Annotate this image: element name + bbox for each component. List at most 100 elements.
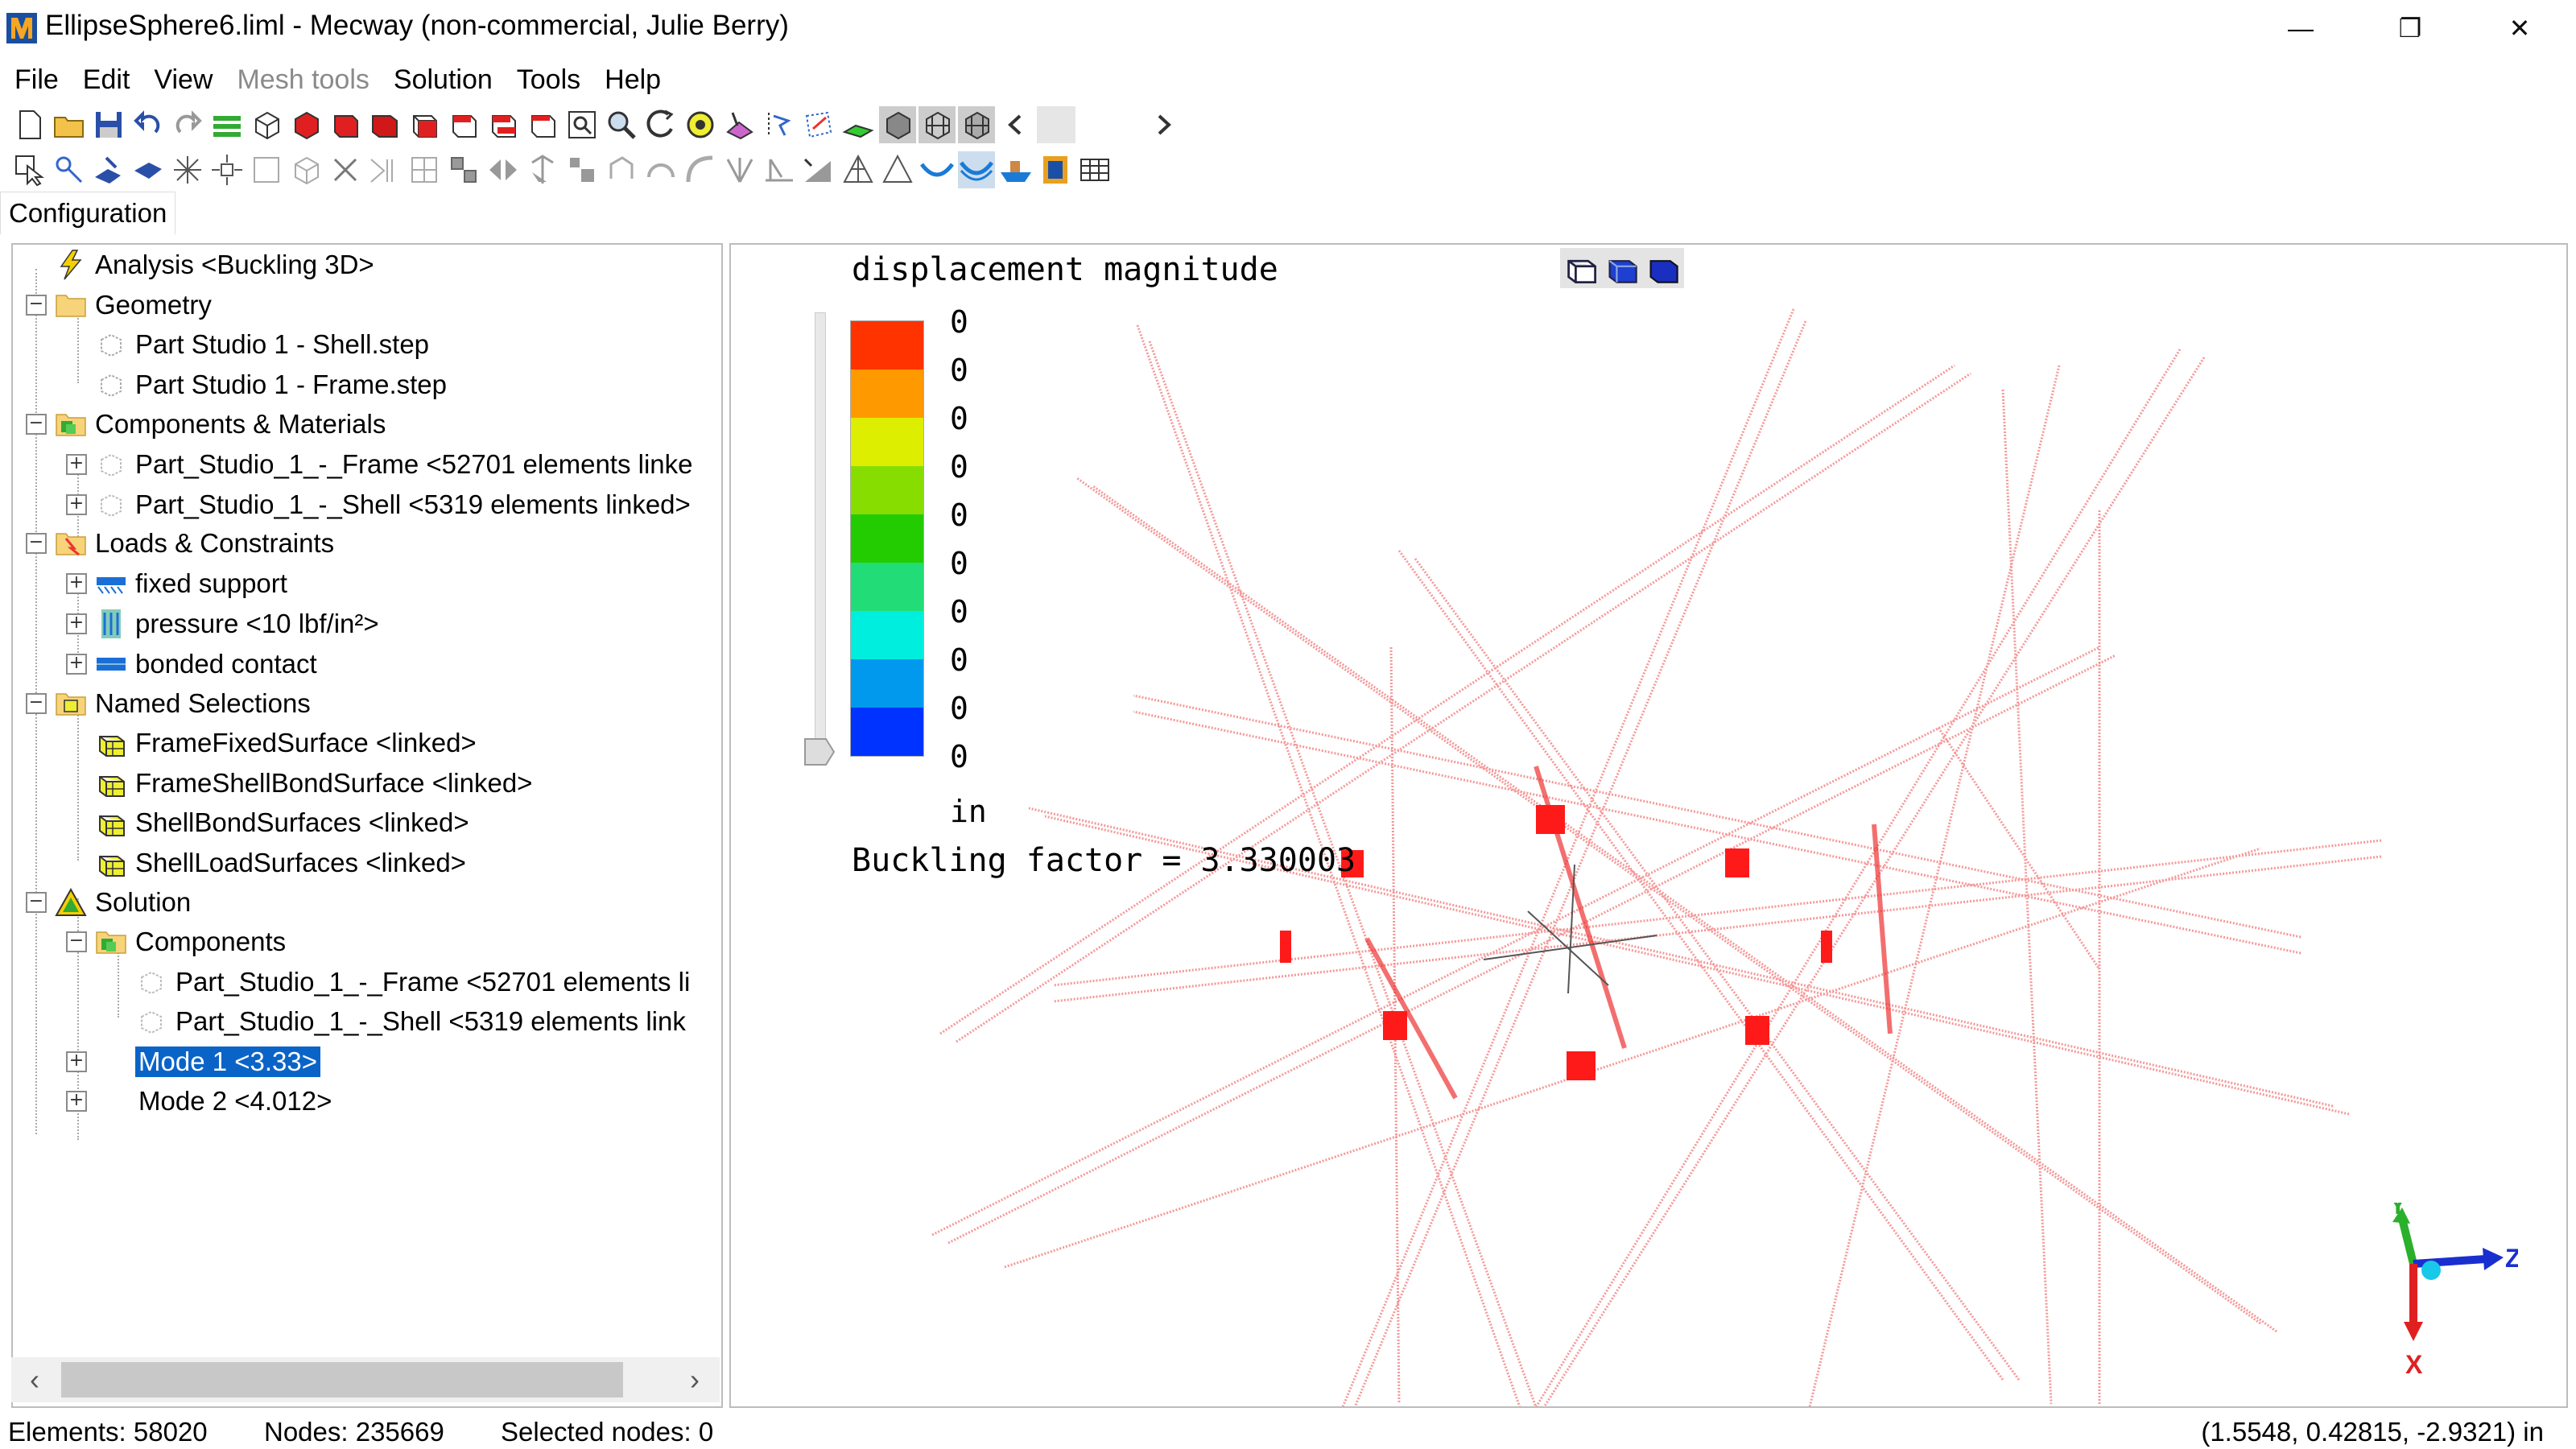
copy-icon[interactable] [524,151,561,188]
expand-load-icon[interactable]: + [66,613,87,634]
split-icon[interactable] [366,151,403,188]
view-front-icon[interactable] [287,106,324,143]
tree-geometry[interactable]: Geometry [55,285,212,325]
expand-mode-icon[interactable]: + [66,1051,87,1072]
collapse-solution-components-icon[interactable]: − [66,931,87,952]
tree-named-item[interactable]: FrameShellBondSurface <linked> [95,763,532,803]
toolbar-scroll-left-icon[interactable] [997,106,1034,143]
minimize-button[interactable]: — [2246,0,2355,56]
tree-load-item[interactable]: bonded contact [95,644,317,684]
tree-named-item[interactable]: FrameFixedSurface <linked> [95,723,477,763]
tree-geometry-item[interactable]: Part Studio 1 - Frame.step [95,365,447,405]
triangle-icon[interactable] [879,151,916,188]
mesh-view-icon[interactable] [919,106,956,143]
view-bottom-icon[interactable] [406,106,443,143]
square-element-icon[interactable] [248,151,285,188]
tree-mode-item[interactable]: Mode 2 <4.012> [135,1081,332,1121]
menu-mesh-tools[interactable]: Mesh tools [225,58,381,103]
table-icon[interactable] [1076,151,1113,188]
extrude-icon[interactable] [90,151,127,188]
shaded-view-icon[interactable] [879,106,916,143]
mirror-icon[interactable] [485,151,522,188]
scroll-right-icon[interactable]: › [676,1362,713,1397]
collapse-loads-icon[interactable]: − [26,533,47,554]
explode-icon[interactable] [169,151,206,188]
legend-slider-track[interactable] [815,312,826,755]
refine-icon[interactable] [406,151,443,188]
rotate-icon[interactable] [642,106,679,143]
triangle-mesh-icon[interactable] [840,151,877,188]
tree-geometry-item[interactable]: Part Studio 1 - Shell.step [95,324,429,365]
expand-component-icon[interactable]: + [66,454,87,475]
tree-named-item[interactable]: ShellLoadSurfaces <linked> [95,843,466,883]
menu-solution[interactable]: Solution [382,58,505,103]
view-iso-icon[interactable] [524,106,561,143]
redo-icon[interactable] [169,106,206,143]
expand-component-icon[interactable]: + [66,494,87,515]
view-top-icon[interactable] [366,106,403,143]
model-viewport[interactable]: displacement magnitude 0 0 0 0 0 0 0 0 0… [729,243,2568,1408]
pointer-select-icon[interactable] [11,151,48,188]
view-back-icon[interactable] [327,106,364,143]
collapse-components-icon[interactable]: − [26,414,47,435]
revolve-icon[interactable] [642,151,679,188]
surface-curve-icon[interactable] [919,151,956,188]
zoom-icon[interactable] [603,106,640,143]
tree-load-item[interactable]: fixed support [95,564,287,604]
scale-icon[interactable] [564,151,601,188]
new-file-icon[interactable] [11,106,48,143]
menu-tools[interactable]: Tools [505,58,592,103]
tree-load-item[interactable]: pressure <10 lbf/in²> [95,604,379,644]
fit-view-icon[interactable] [682,106,719,143]
slope-icon[interactable] [800,151,837,188]
delete-icon[interactable] [327,151,364,188]
tree-named-selections[interactable]: Named Selections [55,683,311,724]
tree-components-materials[interactable]: Components & Materials [55,404,386,444]
expand-load-icon[interactable]: + [66,573,87,594]
legend-slider-handle[interactable] [803,737,836,766]
expand-load-icon[interactable]: + [66,654,87,675]
view-left-icon[interactable] [445,106,482,143]
tab-configuration[interactable]: Configuration [0,192,176,234]
select-nodes-icon[interactable] [761,106,798,143]
tree-solution-component-item[interactable]: Part_Studio_1_-_Shell <5319 elements lin… [135,1001,686,1042]
tree-analysis[interactable]: Analysis <Buckling 3D> [55,245,374,285]
sweep-icon[interactable] [130,151,167,188]
menu-help[interactable]: Help [592,58,673,103]
undo-icon[interactable] [130,106,167,143]
surface-fill-icon[interactable] [958,151,995,188]
merge-nodes-icon[interactable] [208,151,246,188]
film-icon[interactable] [1037,151,1074,188]
spread-icon[interactable] [721,151,758,188]
cube-shaded-icon[interactable] [1604,250,1640,286]
collapse-solution-icon[interactable]: − [26,892,47,913]
layers-icon[interactable] [208,106,246,143]
zoom-box-icon[interactable] [564,106,601,143]
tree-named-item[interactable]: ShellBondSurfaces <linked> [95,803,469,843]
select-all-icon[interactable] [721,106,758,143]
collapse-geometry-icon[interactable]: − [26,295,47,316]
close-button[interactable]: ✕ [2465,0,2574,56]
node-tool-icon[interactable] [51,151,88,188]
tree-horizontal-scrollbar[interactable]: ‹ › [11,1357,720,1402]
open-folder-icon[interactable] [51,106,88,143]
tree-solution-component-item[interactable]: Part_Studio_1_-_Frame <52701 elements li [135,962,690,1002]
ship-icon[interactable] [997,151,1034,188]
save-icon[interactable] [90,106,127,143]
tree-loads-constraints[interactable]: Loads & Constraints [55,523,334,564]
cube-solid-icon[interactable] [1645,250,1681,286]
rotate-mesh-icon[interactable] [603,151,640,188]
hidden-mesh-icon[interactable] [958,106,995,143]
tree-component-item[interactable]: Part_Studio_1_-_Frame <52701 elements li… [95,444,693,485]
select-faces-icon[interactable] [840,106,877,143]
cube-outline-icon[interactable] [1563,250,1599,286]
hex-element-icon[interactable] [287,151,324,188]
scrollbar-thumb[interactable] [61,1362,623,1397]
scroll-left-icon[interactable]: ‹ [16,1362,53,1397]
select-elements-icon[interactable] [800,106,837,143]
menu-view[interactable]: View [142,58,225,103]
tree-solution[interactable]: Solution [55,882,191,923]
menu-file[interactable]: File [0,58,71,103]
grid-tool-icon[interactable] [445,151,482,188]
tree-solution-components[interactable]: Components [95,922,286,962]
